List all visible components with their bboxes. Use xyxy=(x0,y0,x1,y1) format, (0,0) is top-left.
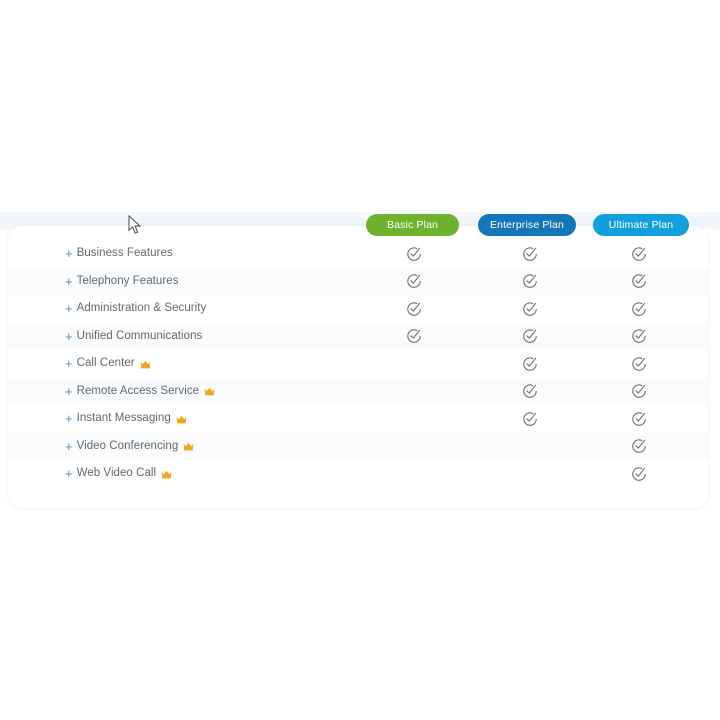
table-row[interactable]: + Instant Messaging xyxy=(8,405,708,433)
check-circle-icon xyxy=(631,383,647,399)
table-row[interactable]: + Administration & Security xyxy=(8,295,708,323)
feature-label: Business Features xyxy=(76,247,173,259)
crown-icon xyxy=(161,466,172,484)
feature-label: Call Center xyxy=(76,357,135,369)
check-circle-icon xyxy=(522,273,538,289)
check-circle-icon xyxy=(406,273,422,289)
check-circle-icon xyxy=(522,383,538,399)
table-row[interactable]: + Unified Communications xyxy=(8,322,708,350)
feature-expand-toggle[interactable]: + Telephony Features xyxy=(65,275,179,288)
plus-icon: + xyxy=(65,438,73,454)
plus-icon: + xyxy=(65,246,73,262)
feature-label: Remote Access Service xyxy=(76,384,200,397)
feature-label: Web Video Call xyxy=(76,467,157,479)
check-circle-icon xyxy=(631,301,647,317)
plus-icon: + xyxy=(65,356,73,372)
check-circle-icon xyxy=(406,301,422,317)
feature-expand-toggle[interactable]: + Administration & Security xyxy=(65,302,206,315)
crown-icon xyxy=(183,438,194,456)
feature-label: Instant Messaging xyxy=(76,412,171,424)
check-circle-icon xyxy=(522,411,538,427)
check-circle-icon xyxy=(522,328,538,344)
feature-label: Administration & Security xyxy=(76,302,207,314)
check-circle-icon xyxy=(631,328,647,344)
plus-icon: + xyxy=(65,411,73,427)
feature-expand-toggle[interactable]: + Web Video Call xyxy=(65,465,172,483)
table-row[interactable]: + Business Features xyxy=(8,240,708,268)
crown-icon xyxy=(176,411,187,429)
tab-label: Enterprise Plan xyxy=(489,218,565,231)
comparison-card: + Business Features + Telephony Features + Ad… xyxy=(8,226,708,508)
check-circle-icon xyxy=(522,246,538,262)
check-circle-icon xyxy=(631,273,647,289)
plus-icon: + xyxy=(65,301,73,317)
plan-comparison-page: + Business Features + Telephony Features + Ad… xyxy=(0,0,720,720)
tab-label: Ultimate Plan xyxy=(608,218,674,231)
check-circle-icon xyxy=(631,438,647,454)
check-circle-icon xyxy=(522,356,538,372)
check-circle-icon xyxy=(522,301,538,317)
feature-expand-toggle[interactable]: + Business Features xyxy=(65,247,173,260)
feature-label: Video Conferencing xyxy=(76,439,179,452)
table-row[interactable]: + Remote Access Service xyxy=(8,377,708,405)
check-circle-icon xyxy=(406,328,422,344)
crown-icon xyxy=(204,383,215,401)
tab-label: Basic Plan xyxy=(386,218,439,231)
feature-expand-toggle[interactable]: + Remote Access Service xyxy=(65,382,215,400)
table-row[interactable]: + Telephony Features xyxy=(8,267,708,295)
tab-enterprise[interactable]: Enterprise Plan xyxy=(478,214,576,236)
feature-comparison-table: + Business Features + Telephony Features + Ad… xyxy=(8,240,708,488)
feature-label: Unified Communications xyxy=(76,329,203,342)
table-row[interactable]: + Video Conferencing xyxy=(8,432,708,460)
check-circle-icon xyxy=(631,466,647,482)
table-row[interactable]: + Call Center xyxy=(8,350,708,378)
check-circle-icon xyxy=(631,411,647,427)
plus-icon: + xyxy=(65,273,73,289)
feature-expand-toggle[interactable]: + Instant Messaging xyxy=(65,410,187,428)
feature-label: Telephony Features xyxy=(76,274,179,287)
check-circle-icon xyxy=(631,246,647,262)
feature-expand-toggle[interactable]: + Unified Communications xyxy=(65,330,202,343)
plus-icon: + xyxy=(65,466,73,482)
tab-ultimate[interactable]: Ultimate Plan xyxy=(593,214,689,236)
tab-basic[interactable]: Basic Plan xyxy=(366,214,459,236)
plus-icon: + xyxy=(65,328,73,344)
plus-icon: + xyxy=(65,383,73,399)
check-circle-icon xyxy=(406,246,422,262)
check-circle-icon xyxy=(631,356,647,372)
feature-expand-toggle[interactable]: + Call Center xyxy=(65,355,151,373)
feature-expand-toggle[interactable]: + Video Conferencing xyxy=(65,437,194,455)
table-row[interactable]: + Web Video Call xyxy=(8,460,708,488)
crown-icon xyxy=(140,356,151,374)
